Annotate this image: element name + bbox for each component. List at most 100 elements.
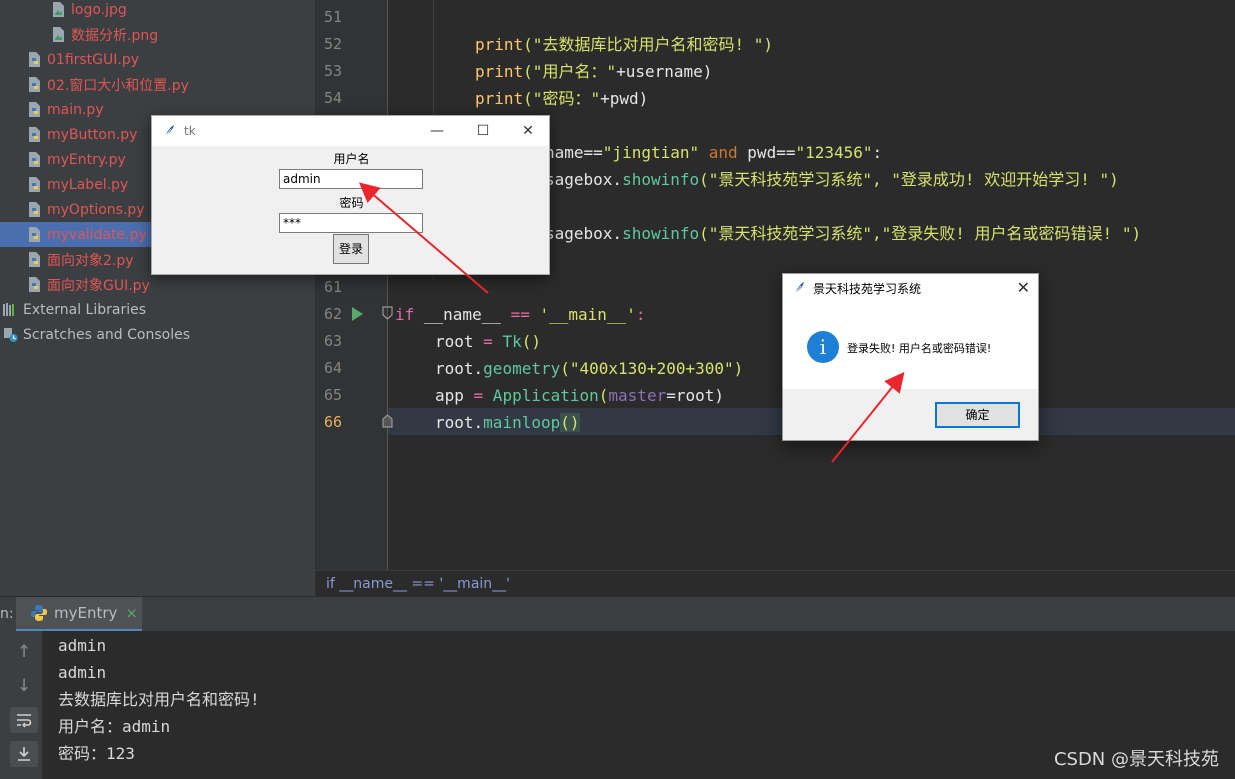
console-line: 密码：123 <box>58 744 135 763</box>
code-line: print("去数据库比对用户名和密码! ") <box>475 35 773 54</box>
tree-item[interactable]: myButton.py <box>26 122 137 147</box>
run-label: n: <box>0 606 14 622</box>
tab-myentry[interactable]: myEntry × <box>16 597 142 632</box>
line-number: 51 <box>323 8 342 26</box>
line-number: 52 <box>323 35 342 53</box>
messagebox-footer: 确定 <box>783 389 1038 440</box>
python-file-icon <box>29 127 40 142</box>
tree-item[interactable]: External Libraries <box>2 297 146 322</box>
line-number: 53 <box>323 62 342 80</box>
tk-login-window: tk — ☐ ✕ 用户名 密码 登录 <box>151 115 550 275</box>
python-icon <box>31 605 47 621</box>
run-side-toolbar: ↑ ↓ <box>0 631 42 779</box>
tree-item[interactable]: Scratches and Consoles <box>2 322 190 347</box>
image-file-icon <box>53 27 64 42</box>
messagebox-title: 景天科技苑学习系统 <box>813 281 922 296</box>
code-line: root.geometry("400x130+200+300") <box>435 359 744 378</box>
python-file-icon <box>29 152 40 167</box>
tree-item[interactable]: 01firstGUI.py <box>26 47 139 72</box>
error-messagebox: 景天科技苑学习系统 ✕ i 登录失败! 用户名或密码错误! 确定 <box>782 273 1039 441</box>
tree-item-label: myOptions.py <box>47 201 145 218</box>
line-number: 54 <box>323 89 342 107</box>
fold-end-icon[interactable] <box>382 414 393 428</box>
info-icon: i <box>807 331 839 363</box>
soft-wrap-icon[interactable] <box>10 707 38 733</box>
arrow-down-icon[interactable]: ↓ <box>10 673 38 699</box>
scratches-icon <box>4 328 18 342</box>
code-line: root = Tk() <box>435 332 541 351</box>
tab-label: myEntry <box>54 604 118 622</box>
tree-item-label: logo.jpg <box>71 1 127 18</box>
tree-item-label: main.py <box>47 101 104 118</box>
tree-item-label: 面向对象GUI.py <box>47 277 150 294</box>
maximize-button[interactable]: ☐ <box>460 116 506 146</box>
tree-item-label: myvalidate.py <box>47 226 147 243</box>
code-line: app = Application(master=root) <box>435 386 724 405</box>
python-file-icon <box>29 277 40 292</box>
run-gutter-icon[interactable] <box>350 306 364 322</box>
tree-item[interactable]: myEntry.py <box>26 147 126 172</box>
project-tree-panel: logo.jpg 数据分析.png 01firstGUI.py 02.窗口大小和位置.… <box>0 0 316 596</box>
line-number: 61 <box>323 278 342 296</box>
tree-item[interactable]: logo.jpg <box>50 0 127 22</box>
code-line-current: root.mainloop() <box>435 413 580 432</box>
fold-icon[interactable] <box>382 306 393 320</box>
code-line: print("用户名："+username) <box>475 62 713 81</box>
console-line: 用户名：admin <box>58 717 171 736</box>
feather-icon <box>794 282 804 295</box>
code-line: sagebox.showinfo("景天科技苑学习系统", "登录成功! 欢迎开… <box>545 170 1119 189</box>
python-file-icon <box>29 252 40 267</box>
messagebox-message: 登录失败! 用户名或密码错误! <box>847 342 992 355</box>
ok-button[interactable]: 确定 <box>935 402 1020 428</box>
code-line: name=="jingtian" and pwd=="123456": <box>545 143 883 162</box>
tree-item-label: 01firstGUI.py <box>47 51 140 68</box>
tree-item-label: myButton.py <box>47 126 138 143</box>
tree-item[interactable]: 数据分析.png <box>50 22 158 47</box>
tree-item-label: myLabel.py <box>47 176 129 193</box>
tree-item[interactable]: myOptions.py <box>26 197 145 222</box>
python-file-icon <box>29 52 40 67</box>
login-button[interactable]: 登录 <box>333 234 369 264</box>
line-number-current: 66 <box>323 413 342 431</box>
tree-item-label: Scratches and Consoles <box>23 326 190 343</box>
tree-item-label: 02.窗口大小和位置.py <box>47 77 189 94</box>
console-line: admin <box>58 663 107 682</box>
close-icon[interactable]: × <box>125 604 138 622</box>
tree-item-label: myEntry.py <box>47 151 126 168</box>
tree-item-label: External Libraries <box>23 301 146 318</box>
python-file-icon <box>29 77 40 92</box>
code-line: if __name__ == '__main__': <box>395 305 646 324</box>
tree-item[interactable]: 面向对象2.py <box>26 247 134 272</box>
close-button[interactable]: ✕ <box>505 116 551 146</box>
tree-item[interactable]: 面向对象GUI.py <box>26 272 150 297</box>
tk-title-text: tk <box>184 124 196 138</box>
tree-item-label: 数据分析.png <box>71 27 159 44</box>
line-number: 65 <box>323 386 342 404</box>
tree-item[interactable]: 02.窗口大小和位置.py <box>26 72 189 97</box>
tree-item-label: 面向对象2.py <box>47 252 134 269</box>
messagebox-titlebar: 景天科技苑学习系统 <box>783 274 1038 302</box>
library-icon <box>3 303 14 316</box>
line-number: 62 <box>323 305 342 323</box>
watermark: CSDN @景天科技苑 <box>1053 749 1219 770</box>
username-input[interactable] <box>279 169 423 189</box>
tree-item[interactable]: main.py <box>26 97 104 122</box>
arrow-up-icon[interactable]: ↑ <box>10 639 38 665</box>
python-file-icon <box>29 177 40 192</box>
python-file-icon <box>29 202 40 217</box>
username-label: 用户名 <box>333 152 370 166</box>
password-input[interactable] <box>279 213 423 233</box>
code-line: print("密码："+pwd) <box>475 89 649 108</box>
close-icon[interactable]: ✕ <box>1017 278 1030 297</box>
run-tool-header: n: myEntry × <box>0 596 1235 632</box>
tree-item[interactable]: myLabel.py <box>26 172 128 197</box>
minimize-button[interactable]: — <box>414 116 460 146</box>
code-editor[interactable]: 51 52 53 54 61 62 63 64 65 66 print("去数据… <box>316 0 1235 570</box>
line-number: 63 <box>323 332 342 350</box>
code-line: sagebox.showinfo("景天科技苑学习系统","登录失败! 用户名或… <box>545 224 1142 243</box>
breadcrumb[interactable]: if __name__ == '__main__' <box>316 570 1235 596</box>
python-file-icon <box>29 227 40 242</box>
console-line: 去数据库比对用户名和密码! <box>58 690 260 709</box>
scroll-to-end-icon[interactable] <box>10 741 38 767</box>
python-file-icon <box>29 102 40 117</box>
